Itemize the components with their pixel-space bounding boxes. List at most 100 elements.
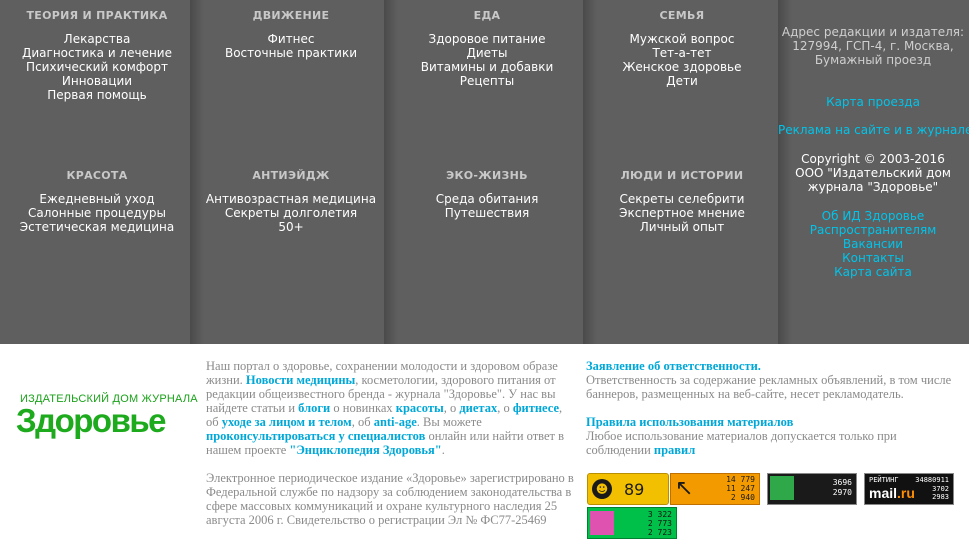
counter-values: 3696 2970: [833, 478, 852, 498]
counter-value: 2 940: [730, 493, 755, 502]
arrow-icon: ↖: [675, 476, 694, 501]
encyclopedia-link[interactable]: "Энциклопедия Здоровья": [289, 443, 441, 457]
blogs-link[interactable]: блоги: [298, 401, 330, 415]
distributors-link[interactable]: Распространителям: [778, 223, 968, 237]
section-heading[interactable]: СЕМЬЯ: [586, 10, 778, 22]
counter-badge-yellow[interactable]: ☻ 89: [587, 473, 669, 505]
section-heading[interactable]: ЕДА: [388, 10, 586, 22]
address-line: Бумажный проезд: [814, 53, 932, 67]
counter-value: 3702: [932, 485, 949, 493]
footer-bottom: ИЗДАТЕЛЬСКИЙ ДОМ ЖУРНАЛА Здоровье Наш по…: [0, 344, 969, 560]
section-eco: ЭКО-ЖИЗНЬ Среда обитания Путешествия: [388, 170, 586, 221]
copyright-line: журнала "Здоровье": [807, 180, 939, 194]
menu-item[interactable]: Эстетическая медицина: [0, 220, 194, 234]
map-link[interactable]: Карта проезда: [778, 95, 968, 109]
rules-text: Любое использование материалов допускает…: [586, 429, 897, 457]
menu-item[interactable]: Путешествия: [388, 206, 586, 220]
counter-value: 11 247: [726, 484, 755, 493]
beauty-link[interactable]: красоты: [396, 401, 444, 415]
rules-title[interactable]: Правила использования материалов: [586, 415, 961, 429]
responsibility-text: Ответственность за содержание рекламных …: [586, 373, 952, 401]
counter-badge-liveinternet[interactable]: 3696 2970: [767, 473, 857, 505]
section-heading[interactable]: ЭКО-ЖИЗНЬ: [388, 170, 586, 182]
counter-value: 89: [624, 480, 645, 499]
menu-item[interactable]: Инновации: [0, 74, 194, 88]
menu-item[interactable]: Антивозрастная медицина: [194, 192, 388, 206]
about-link[interactable]: Об ИД Здоровье: [778, 209, 968, 223]
about-text-part: , об: [351, 415, 371, 429]
menu-item[interactable]: Личный опыт: [586, 220, 778, 234]
counter-badge-mailru[interactable]: РЕЙТИНГ 34880911 mail.ru 3702 2983: [864, 473, 954, 505]
rating-label: РЕЙТИНГ: [869, 476, 899, 484]
person-icon: ☻: [592, 479, 612, 499]
section-heading[interactable]: ТЕОРИЯ И ПРАКТИКА: [0, 10, 194, 22]
menu-item[interactable]: Среда обитания: [388, 192, 586, 206]
menu-item[interactable]: Лекарства: [0, 32, 194, 46]
menu-item[interactable]: Здоровое питание: [388, 32, 586, 46]
menu-item[interactable]: Экспертное мнение: [586, 206, 778, 220]
brand-suffix: .ru: [897, 485, 915, 501]
menu-item[interactable]: Ежедневный уход: [0, 192, 194, 206]
section-heading[interactable]: ЛЮДИ И ИСТОРИИ: [586, 170, 778, 182]
vacancies-link[interactable]: Вакансии: [778, 237, 968, 251]
section-heading[interactable]: АНТИЭЙДЖ: [194, 170, 388, 182]
responsibility-block: Заявление об ответственности. Ответствен…: [586, 359, 961, 401]
care-link[interactable]: уходе за лицом и телом: [222, 415, 352, 429]
menu-item[interactable]: Мужской вопрос: [586, 32, 778, 46]
menu-item[interactable]: 50+: [194, 220, 388, 234]
menu-item[interactable]: Секреты селебрити: [586, 192, 778, 206]
menu-item[interactable]: Диеты: [388, 46, 586, 60]
news-link[interactable]: Новости медицины: [246, 373, 355, 387]
menu-item[interactable]: Фитнес: [194, 32, 388, 46]
counter-value: 2 723: [647, 528, 672, 537]
menu-item[interactable]: Салонные процедуры: [0, 206, 194, 220]
section-antiage: АНТИЭЙДЖ Антивозрастная медицина Секреты…: [194, 170, 388, 235]
sitemap-link[interactable]: Карта сайта: [778, 265, 968, 279]
ads-link[interactable]: Реклама на сайте и в журнале: [778, 123, 969, 137]
stats-icon: [770, 476, 794, 500]
menu-item[interactable]: Женское здоровье: [586, 60, 778, 74]
section-health: ТЕОРИЯ И ПРАКТИКА Лекарства Диагностика …: [0, 10, 194, 103]
section-heading[interactable]: ДВИЖЕНИЕ: [194, 10, 388, 22]
about-text-part: , о: [443, 401, 457, 415]
about-text-part: , о: [497, 401, 510, 415]
logo[interactable]: Здоровье: [16, 402, 167, 440]
about-text-part: . Вы можете: [416, 415, 482, 429]
menu-item[interactable]: Восточные практики: [194, 46, 388, 60]
about-text-part: .: [441, 443, 445, 457]
menu-item[interactable]: Тет-а-тет: [586, 46, 778, 60]
section-heading[interactable]: КРАСОТА: [0, 170, 194, 182]
counter-values: 3702 2983: [932, 485, 949, 501]
menu-item[interactable]: Витамины и добавки: [388, 60, 586, 74]
rating-number: 34880911: [915, 476, 949, 484]
menu-item[interactable]: Дети: [586, 74, 778, 88]
counter-value: 3696: [832, 478, 852, 487]
antiage-link[interactable]: anti-age: [374, 415, 417, 429]
counter-badge-green[interactable]: 3 322 2 773 2 723: [587, 507, 677, 539]
copyright-line: Copyright © 2003-2016: [801, 152, 945, 166]
menu-item[interactable]: Первая помощь: [0, 88, 194, 102]
menu-item[interactable]: Психический комфорт: [0, 60, 194, 74]
counter-values: 3 322 2 773 2 723: [648, 510, 672, 537]
diets-link[interactable]: диетах: [459, 401, 497, 415]
menu-item[interactable]: Секреты долголетия: [194, 206, 388, 220]
responsibility-title[interactable]: Заявление об ответственности.: [586, 359, 961, 373]
counter-value: 3 322: [647, 510, 672, 519]
rules-block: Правила использования материалов Любое и…: [586, 415, 961, 457]
counter-value: 14 779: [726, 475, 755, 484]
contacts-link[interactable]: Контакты: [778, 251, 968, 265]
menu-item[interactable]: Диагностика и лечение: [0, 46, 194, 60]
publisher-info: Адрес редакции и издателя: 127994, ГСП-4…: [778, 25, 969, 279]
section-motion: ДВИЖЕНИЕ Фитнес Восточные практики: [194, 10, 388, 61]
menu-item[interactable]: Рецепты: [388, 74, 586, 88]
address-line: 127994, ГСП-4, г. Москва,: [792, 39, 954, 53]
fitness-link[interactable]: фитнесе: [513, 401, 559, 415]
counter-badge-orange[interactable]: ↖ 14 779 11 247 2 940: [670, 473, 760, 505]
section-family: СЕМЬЯ Мужской вопрос Тет-а-тет Женское з…: [586, 10, 778, 89]
about-text-part: о новинках: [333, 401, 393, 415]
consult-link[interactable]: проконсультироваться у специалистов: [206, 429, 425, 443]
counter-value: 2970: [832, 488, 852, 497]
mailru-logo: mail.ru: [869, 485, 915, 501]
rules-link[interactable]: правил: [654, 443, 695, 457]
about-text: Наш портал о здоровье, сохранении молодо…: [206, 359, 576, 457]
